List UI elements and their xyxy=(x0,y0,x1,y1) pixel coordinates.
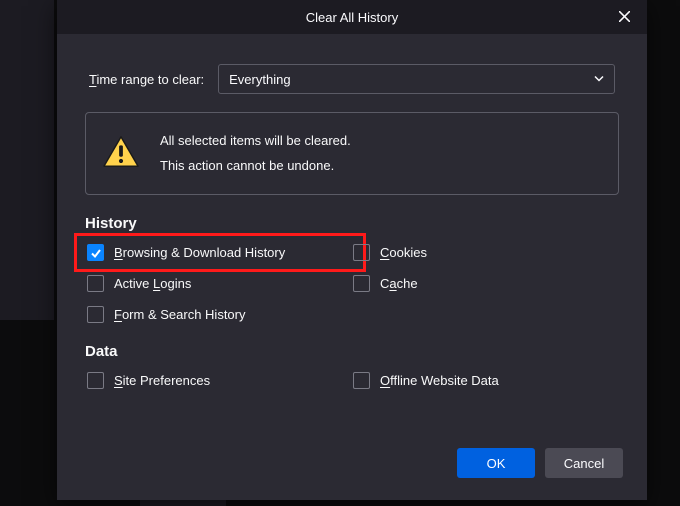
warning-line-2: This action cannot be undone. xyxy=(160,154,351,179)
checkbox-icon xyxy=(87,275,104,292)
data-options: Site Preferences Offline Website Data xyxy=(85,372,619,389)
checkbox-label: Active Logins xyxy=(114,276,191,291)
checkbox-icon xyxy=(353,372,370,389)
time-range-row: Time range to clear: Everything xyxy=(85,54,619,112)
checkbox-icon xyxy=(353,244,370,261)
checkbox-cookies[interactable]: Cookies xyxy=(353,244,619,261)
checkbox-label: Browsing & Download History xyxy=(114,245,285,260)
checkbox-label: Site Preferences xyxy=(114,373,210,388)
checkbox-label: Offline Website Data xyxy=(380,373,499,388)
section-history-heading: History xyxy=(85,215,619,232)
time-range-label: Time range to clear: xyxy=(89,72,204,87)
close-icon xyxy=(619,10,630,25)
warning-line-1: All selected items will be cleared. xyxy=(160,129,351,154)
checkbox-cache[interactable]: Cache xyxy=(353,275,619,292)
checkbox-icon xyxy=(87,244,104,261)
history-options: Browsing & Download History Cookies Acti… xyxy=(85,244,619,323)
close-button[interactable] xyxy=(601,0,647,34)
checkbox-label: Form & Search History xyxy=(114,307,246,322)
checkbox-form-search-history[interactable]: Form & Search History xyxy=(87,306,353,323)
cancel-button[interactable]: Cancel xyxy=(545,448,623,478)
checkbox-site-preferences[interactable]: Site Preferences xyxy=(87,372,353,389)
warning-icon xyxy=(102,135,140,172)
checkbox-browsing-download-history[interactable]: Browsing & Download History xyxy=(74,233,366,272)
titlebar: Clear All History xyxy=(57,0,647,34)
time-range-value: Everything xyxy=(229,72,290,87)
dialog-title: Clear All History xyxy=(57,10,647,25)
checkbox-offline-website-data[interactable]: Offline Website Data xyxy=(353,372,619,389)
checkbox-icon xyxy=(87,306,104,323)
time-range-select[interactable]: Everything xyxy=(218,64,615,94)
checkbox-label: Cookies xyxy=(380,245,427,260)
ok-button[interactable]: OK xyxy=(457,448,535,478)
warning-box: All selected items will be cleared. This… xyxy=(85,112,619,195)
dialog-footer: OK Cancel xyxy=(457,448,623,478)
clear-history-dialog: Clear All History Time range to clear: E… xyxy=(57,0,647,500)
checkbox-label: Cache xyxy=(380,276,418,291)
section-data-heading: Data xyxy=(85,343,619,360)
chevron-down-icon xyxy=(594,72,604,87)
warning-text: All selected items will be cleared. This… xyxy=(160,129,351,178)
checkbox-icon xyxy=(353,275,370,292)
background-strip xyxy=(0,0,54,320)
checkbox-icon xyxy=(87,372,104,389)
checkbox-active-logins[interactable]: Active Logins xyxy=(87,275,353,292)
